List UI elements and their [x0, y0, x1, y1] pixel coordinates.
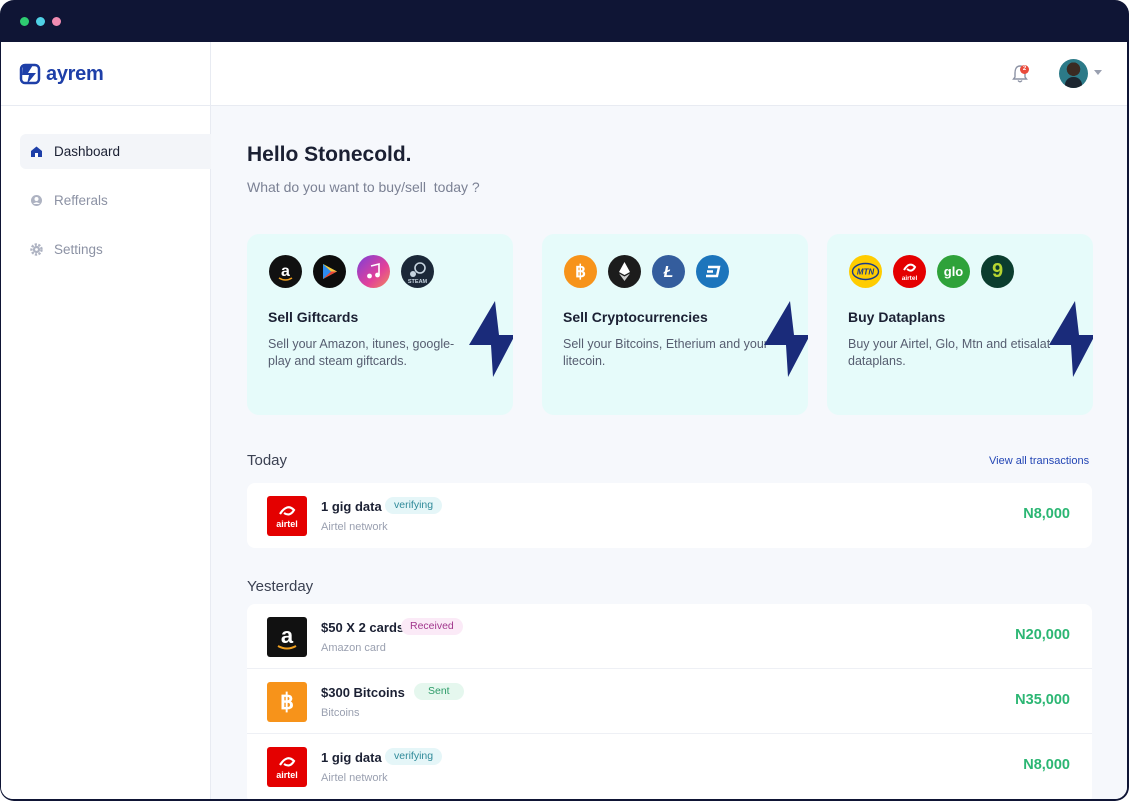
svg-text:a: a [281, 263, 290, 280]
transaction-amount: N8,000 [1023, 757, 1070, 773]
sidebar-divider [1, 105, 211, 106]
section-title-yesterday: Yesterday [247, 578, 314, 595]
top-header: 2 [211, 42, 1127, 106]
card-icons: MTN airtel glo 9 [849, 255, 1025, 288]
sidebar-item-refferals[interactable]: Refferals [20, 183, 211, 218]
itunes-icon [357, 255, 390, 288]
transaction-name: 1 gig data [321, 499, 382, 514]
svg-text:STEAM: STEAM [408, 279, 428, 285]
app-window: ayrem Dashboard Refferals Settings 2 Hel… [1, 42, 1127, 799]
sidebar: ayrem Dashboard Refferals Settings [1, 42, 211, 799]
google-play-icon [313, 255, 346, 288]
lightning-icon [469, 301, 513, 377]
transaction-subtitle: Amazon card [321, 642, 386, 654]
transaction-row[interactable]: a $50 X 2 cards Received Amazon card N20… [247, 604, 1092, 669]
transaction-name: $50 X 2 cards [321, 620, 405, 635]
brand-name: ayrem [46, 62, 104, 85]
airtel-icon: airtel [893, 255, 926, 288]
transaction-amount: N35,000 [1015, 692, 1070, 708]
brand-logo[interactable]: ayrem [19, 62, 104, 86]
sidebar-nav: Dashboard Refferals Settings [20, 134, 211, 281]
chevron-down-icon[interactable] [1094, 70, 1102, 75]
main-content: Hello Stonecold. What do you want to buy… [211, 106, 1127, 799]
page-subtitle: What do you want to buy/sell today ? [247, 179, 480, 195]
sidebar-item-label: Refferals [54, 193, 108, 208]
title-bar [0, 0, 1129, 42]
svg-text:9: 9 [992, 260, 1003, 282]
page-title: Hello Stonecold. [247, 143, 412, 166]
svg-text:a: a [281, 623, 294, 648]
transaction-subtitle: Bitcoins [321, 707, 360, 719]
card-description: Sell your Amazon, itunes, google-play an… [268, 337, 455, 368]
notification-badge: 2 [1020, 65, 1029, 74]
home-icon [31, 146, 42, 157]
bitcoin-logo-icon: ฿ [267, 682, 307, 722]
svg-text:฿: ฿ [280, 689, 294, 714]
transaction-row[interactable]: ฿ $300 Bitcoins Sent Bitcoins N35,000 [247, 669, 1092, 734]
dash-icon [696, 255, 729, 288]
buy-dataplans-card[interactable]: MTN airtel glo 9 Buy Dataplans Buy your … [827, 234, 1093, 415]
9mobile-icon: 9 [981, 255, 1014, 288]
transactions-today: airtel 1 gig data verifying Airtel netwo… [247, 483, 1092, 548]
bitcoin-icon: ฿ [564, 255, 597, 288]
sidebar-item-settings[interactable]: Settings [20, 232, 211, 267]
steam-icon: STEAM [401, 255, 434, 288]
gear-icon [30, 243, 43, 256]
window-dot-pink[interactable] [52, 17, 61, 26]
card-title: Buy Dataplans [848, 309, 946, 325]
card-description: Sell your Bitcoins, Etherium and your li… [563, 337, 768, 368]
status-badge: Sent [414, 683, 464, 700]
transaction-amount: N8,000 [1023, 506, 1070, 522]
window-frame: ayrem Dashboard Refferals Settings 2 Hel… [0, 0, 1129, 801]
status-badge: Received [401, 618, 463, 635]
card-icons: ฿ Ł [564, 255, 740, 288]
svg-text:airtel: airtel [276, 519, 298, 529]
logo-mark-icon [19, 63, 41, 85]
ethereum-icon [608, 255, 641, 288]
litecoin-icon: Ł [652, 255, 685, 288]
sell-giftcards-card[interactable]: a STEAM Sell Giftcards Sell your Amazon,… [247, 234, 513, 415]
transaction-row[interactable]: airtel 1 gig data verifying Airtel netwo… [247, 734, 1092, 799]
glo-icon: glo [937, 255, 970, 288]
card-description: Buy your Airtel, Glo, Mtn and etisalat d… [848, 337, 1051, 368]
sidebar-item-label: Dashboard [54, 144, 121, 159]
sell-crypto-card[interactable]: ฿ Ł Sell Cryptocurrencies Sell your Bitc… [542, 234, 808, 415]
svg-text:MTN: MTN [857, 268, 875, 277]
amazon-logo-icon: a [267, 617, 307, 657]
svg-text:airtel: airtel [276, 770, 298, 780]
svg-text:Ł: Ł [663, 264, 674, 281]
svg-text:glo: glo [944, 264, 964, 279]
card-title: Sell Giftcards [268, 309, 359, 325]
transaction-row[interactable]: airtel 1 gig data verifying Airtel netwo… [247, 483, 1092, 548]
card-icons: a STEAM [269, 255, 445, 288]
avatar[interactable] [1059, 59, 1088, 88]
sidebar-item-label: Settings [54, 242, 103, 257]
status-badge: verifying [385, 748, 443, 765]
lightning-icon [764, 301, 808, 377]
card-title: Sell Cryptocurrencies [563, 309, 708, 325]
lightning-icon [1049, 301, 1093, 377]
transactions-yesterday: a $50 X 2 cards Received Amazon card N20… [247, 604, 1092, 799]
svg-text:฿: ฿ [575, 262, 586, 281]
amazon-icon: a [269, 255, 302, 288]
transaction-amount: N20,000 [1015, 627, 1070, 643]
airtel-logo-icon: airtel [267, 496, 307, 536]
svg-text:airtel: airtel [902, 275, 918, 282]
view-all-transactions-link[interactable]: View all transactions [989, 455, 1089, 467]
referral-icon [31, 195, 42, 206]
transaction-name: 1 gig data [321, 750, 382, 765]
section-title-today: Today [247, 452, 288, 469]
airtel-logo-icon: airtel [267, 747, 307, 787]
status-badge: verifying [385, 497, 443, 514]
sidebar-item-dashboard[interactable]: Dashboard [20, 134, 211, 169]
transaction-subtitle: Airtel network [321, 772, 388, 784]
transaction-name: $300 Bitcoins [321, 685, 405, 700]
transaction-subtitle: Airtel network [321, 521, 388, 533]
window-dot-cyan[interactable] [36, 17, 45, 26]
window-dot-green[interactable] [20, 17, 29, 26]
mtn-icon: MTN [849, 255, 882, 288]
